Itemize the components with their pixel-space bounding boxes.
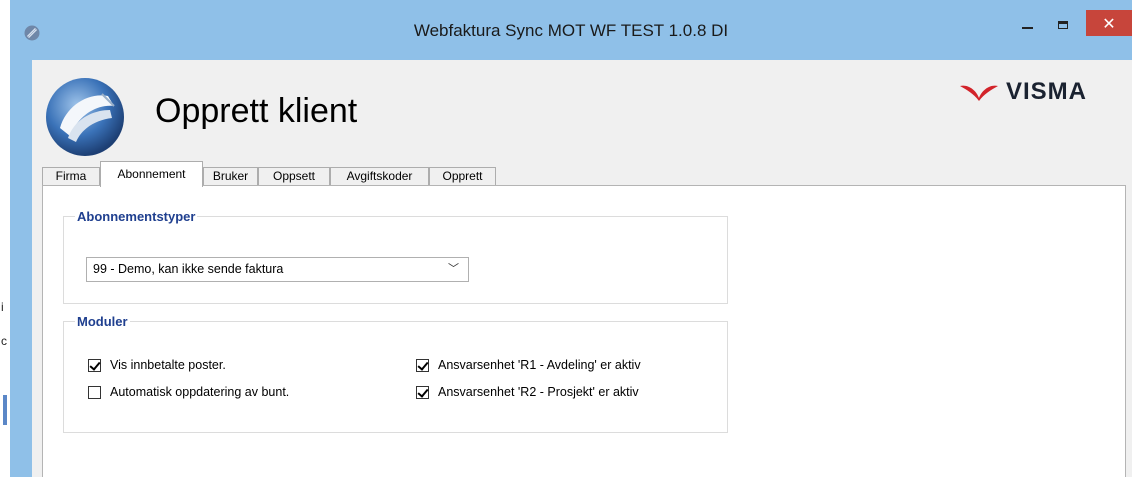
window-title: Webfaktura Sync MOT WF TEST 1.0.8 DI <box>413 21 729 40</box>
tab-bruker[interactable]: Bruker <box>203 167 258 185</box>
background-text-fragment: i <box>1 300 4 314</box>
client-area: Opprett klient VISMA Firma Abonnement Br… <box>32 60 1132 477</box>
minimize-button[interactable] <box>1010 10 1044 40</box>
background-element <box>3 395 7 425</box>
auto-update-batch-label: Automatisk oppdatering av bunt. <box>110 385 290 399</box>
r1-department-checkbox[interactable] <box>416 358 429 372</box>
visma-logo-icon <box>960 85 998 101</box>
checkbox-row-auto-update-batch[interactable]: Automatisk oppdatering av bunt. <box>88 385 289 399</box>
checkbox-row-show-payments[interactable]: Vis innbetalte poster. <box>88 358 226 372</box>
maximize-icon <box>1058 21 1068 29</box>
tab-opprett[interactable]: Opprett <box>429 167 496 185</box>
subscription-types-group: Abonnementstyper 99 - Demo, kan ikke sen… <box>63 209 728 304</box>
title-bar[interactable]: Webfaktura Sync MOT WF TEST 1.0.8 DI ✕ <box>10 0 1132 60</box>
minimize-icon <box>1021 27 1033 29</box>
show-payments-checkbox[interactable] <box>88 358 101 372</box>
modules-title: Moduler <box>75 314 130 329</box>
close-icon: ✕ <box>1102 13 1116 33</box>
tab-avgiftskoder[interactable]: Avgiftskoder <box>330 167 429 185</box>
auto-update-batch-checkbox[interactable] <box>88 385 101 399</box>
visma-brand: VISMA <box>1006 78 1088 105</box>
tab-panel-abonnement: Abonnementstyper 99 - Demo, kan ikke sen… <box>42 185 1126 477</box>
subscription-types-title: Abonnementstyper <box>75 209 198 224</box>
r1-department-label: Ansvarsenhet 'R1 - Avdeling' er aktiv <box>438 358 641 372</box>
background-text-fragment: c <box>1 334 7 348</box>
chevron-down-icon: ﹀ <box>448 263 459 275</box>
checkbox-row-r1-department[interactable]: Ansvarsenhet 'R1 - Avdeling' er aktiv <box>416 358 641 372</box>
background-window-edge: i c <box>0 0 10 477</box>
maximize-button[interactable] <box>1046 10 1080 40</box>
tab-firma[interactable]: Firma <box>42 167 100 185</box>
visma-logo: VISMA <box>958 78 1087 106</box>
checkbox-row-r2-project[interactable]: Ansvarsenhet 'R2 - Prosjekt' er aktiv <box>416 385 639 399</box>
tab-abonnement[interactable]: Abonnement <box>100 161 203 187</box>
app-logo-icon <box>46 78 124 156</box>
page-title: Opprett klient <box>155 92 358 130</box>
close-button[interactable]: ✕ <box>1086 10 1132 36</box>
r2-project-label: Ansvarsenhet 'R2 - Prosjekt' er aktiv <box>438 385 639 399</box>
tab-oppsett[interactable]: Oppsett <box>258 167 330 185</box>
subscription-type-value: 99 - Demo, kan ikke sende faktura <box>93 262 284 276</box>
subscription-type-dropdown[interactable]: 99 - Demo, kan ikke sende faktura ﹀ <box>86 257 469 282</box>
r2-project-checkbox[interactable] <box>416 385 429 399</box>
show-payments-label: Vis innbetalte poster. <box>110 358 226 372</box>
modules-group: Moduler Vis innbetalte poster. Automatis… <box>63 314 728 433</box>
app-window: Webfaktura Sync MOT WF TEST 1.0.8 DI ✕ O… <box>10 0 1132 477</box>
